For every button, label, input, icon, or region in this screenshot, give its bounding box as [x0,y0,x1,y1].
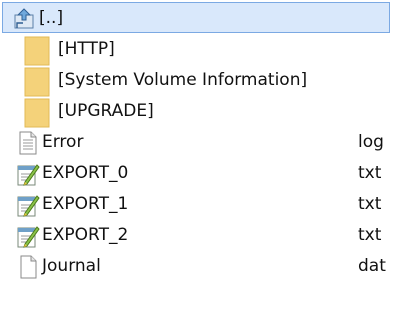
file-list-panel: [..] [HTTP] [System Volume Information] … [0,0,398,322]
parent-directory-icon [13,7,37,31]
generic-file-icon [16,255,40,279]
folder-icon [24,36,52,66]
file-name: Error [42,132,84,152]
file-name: Journal [42,256,101,276]
file-row-error-log[interactable]: Error log [2,127,390,158]
file-row-export-1[interactable]: EXPORT_1 txt [2,189,390,220]
text-file-icon [16,131,40,155]
file-row-journal[interactable]: Journal dat [2,251,390,282]
notepad-file-icon [16,193,40,217]
file-name: [System Volume Information] [58,70,308,90]
notepad-file-icon [16,224,40,248]
file-row-folder-upgrade[interactable]: [UPGRADE] [2,96,390,128]
folder-icon [24,67,52,97]
file-extension: log [358,132,384,152]
file-name: EXPORT_1 [42,194,129,214]
file-name: EXPORT_0 [42,163,129,183]
notepad-file-icon [16,162,40,186]
file-row-parent-directory[interactable]: [..] [2,2,390,33]
file-name: [..] [39,8,64,28]
file-name: EXPORT_2 [42,225,129,245]
file-extension: txt [358,225,382,245]
file-row-export-2[interactable]: EXPORT_2 txt [2,220,390,251]
file-row-folder-system-volume-information[interactable]: [System Volume Information] [2,65,390,97]
file-extension: dat [358,256,386,276]
folder-icon [24,98,52,128]
file-row-folder-http[interactable]: [HTTP] [2,34,390,66]
file-name: [UPGRADE] [58,101,154,121]
file-extension: txt [358,163,382,183]
file-row-export-0[interactable]: EXPORT_0 txt [2,158,390,189]
file-extension: txt [358,194,382,214]
file-name: [HTTP] [58,39,115,59]
